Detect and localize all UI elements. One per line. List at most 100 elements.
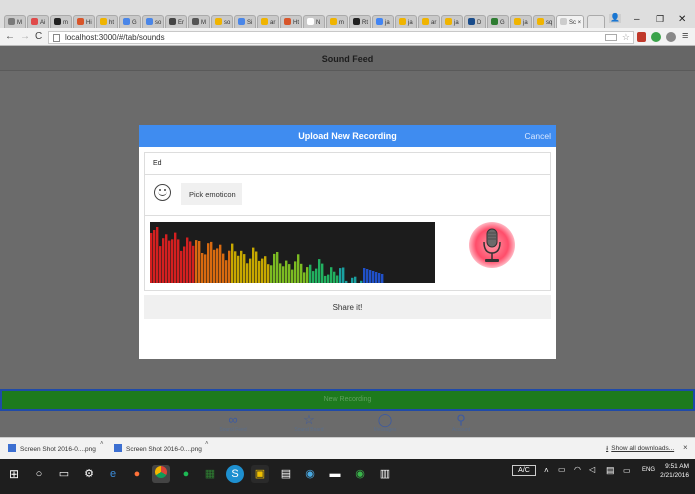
spectrum-bar — [273, 253, 276, 283]
tab-favicon-icon — [8, 18, 15, 25]
browser-tab[interactable]: ar — [257, 15, 279, 29]
menu-icon[interactable]: ≡ — [682, 30, 688, 42]
browser-tab[interactable]: M — [4, 15, 26, 29]
tab-sound-feed[interactable]: ∞ Sound Feed — [203, 413, 263, 434]
spotify-icon[interactable]: ● — [177, 465, 195, 483]
browser-tab[interactable]: G — [487, 15, 509, 29]
bookmark-star-icon[interactable]: ☆ — [622, 32, 630, 43]
browser-tab[interactable]: ja — [510, 15, 532, 29]
tab-favicon-icon — [445, 18, 452, 25]
windows-taskbar: ⊞ ○ ▭ ⚙ e ● ● ▦ S ▣ ▤ ◉ ▬ ◉ ▥ A/C ˄ ▭ ◠ … — [0, 459, 695, 494]
minimize-icon[interactable]: – — [634, 14, 640, 25]
browser-tab[interactable]: sq — [533, 15, 555, 29]
wifi-icon[interactable]: ◠ — [574, 465, 581, 474]
tab-messages[interactable]: ◯ Messages — [355, 412, 415, 434]
spectrum-bar — [375, 272, 378, 283]
show-all-downloads-link[interactable]: ⭳ Show all downloads... — [606, 444, 674, 455]
chrome-icon[interactable] — [152, 465, 170, 483]
ublock-extension-icon[interactable] — [637, 32, 646, 42]
notifications-icon[interactable]: ▤ — [606, 465, 615, 476]
edge-browser-icon[interactable]: e — [104, 465, 122, 483]
profile-icon[interactable]: 👤 — [609, 14, 621, 23]
chat-icon: ◯ — [377, 412, 393, 427]
browser-tab[interactable]: Si — [234, 15, 256, 29]
browser-tab[interactable]: N — [303, 15, 325, 29]
browser-tab[interactable]: ar — [418, 15, 440, 29]
store-icon[interactable]: ▤ — [277, 465, 295, 483]
tab-label: ar — [431, 20, 437, 26]
extension-icon[interactable] — [651, 32, 661, 42]
pick-emoticon-button[interactable]: Pick emoticon — [181, 183, 242, 205]
tab-label: Si — [247, 20, 253, 26]
sheets-icon[interactable]: ▦ — [201, 465, 219, 483]
smiley-icon[interactable] — [154, 184, 171, 201]
skype-icon[interactable]: S — [226, 465, 244, 483]
terminal-icon[interactable]: ▬ — [326, 465, 344, 483]
browser-tab[interactable]: so — [142, 15, 164, 29]
browser-tab[interactable]: Ai — [27, 15, 49, 29]
browser-tab[interactable]: Sc × — [556, 15, 584, 29]
maximize-icon[interactable]: ❐ — [656, 14, 664, 25]
user-icon: ⚲ — [456, 412, 466, 427]
back-icon[interactable]: ← — [5, 31, 15, 42]
taskbar-clock[interactable]: 9:51 AM 2/21/2016 — [660, 462, 689, 480]
recording-name-input[interactable]: Ed — [144, 152, 551, 175]
firefox-icon[interactable]: ● — [128, 465, 146, 483]
download-item[interactable]: Screen Shot 2016-0....png — [8, 444, 96, 453]
microphone-record-button[interactable] — [469, 222, 515, 268]
cancel-button[interactable]: Cancel — [525, 131, 551, 141]
browser-tab[interactable]: Hi — [73, 15, 95, 29]
new-tab-button[interactable] — [587, 15, 605, 29]
search-icon[interactable]: ○ — [30, 465, 48, 483]
forward-icon[interactable]: → — [20, 31, 30, 42]
tab-favicon-icon — [399, 18, 406, 25]
reload-icon[interactable]: C — [35, 31, 42, 42]
browser-tabs: M Ai m Hi ht Gso Er Mso Si ar Ht Nm Rt ja ja ar ja D Gja sq… — [0, 0, 605, 29]
browser-tab[interactable]: D — [464, 15, 486, 29]
ac-indicator[interactable]: A/C — [512, 465, 536, 476]
task-view-icon[interactable]: ▭ — [55, 465, 73, 483]
extension-icon-2[interactable] — [666, 32, 676, 42]
browser-tab[interactable]: so — [211, 15, 233, 29]
app-icon-green[interactable]: ◉ — [351, 465, 369, 483]
spectrum-bar — [153, 230, 156, 283]
keyboard-icon[interactable]: ▭ — [623, 466, 631, 475]
volume-icon[interactable]: ◁ — [589, 465, 595, 474]
share-button[interactable]: Share it! — [144, 295, 551, 319]
app-icon[interactable]: ◉ — [301, 465, 319, 483]
tab-label: D — [477, 20, 482, 26]
browser-tab[interactable]: ja — [372, 15, 394, 29]
browser-tab[interactable]: ht — [96, 15, 118, 29]
new-recording-button[interactable]: New Recording — [0, 389, 695, 411]
download-options-caret-icon[interactable]: ˄ — [205, 441, 209, 447]
browser-tab[interactable]: Ht — [280, 15, 302, 29]
close-downloads-bar-button[interactable]: × — [683, 443, 688, 452]
browser-tab[interactable]: G — [119, 15, 141, 29]
battery-icon[interactable]: ▭ — [558, 465, 566, 474]
windows-start-icon[interactable]: ⊞ — [5, 465, 23, 483]
tab-sound-board[interactable]: ☆ Sound Board — [279, 413, 339, 434]
browser-tab[interactable]: Er — [165, 15, 187, 29]
download-options-caret-icon[interactable]: ˄ — [100, 441, 104, 447]
browser-tab[interactable]: m — [50, 15, 72, 29]
browser-tab[interactable]: ja — [441, 15, 463, 29]
browser-tab[interactable]: Rt — [349, 15, 371, 29]
spectrum-bar — [336, 275, 339, 283]
show-hidden-icons-icon[interactable]: ˄ — [544, 466, 549, 475]
visual-studio-icon[interactable]: ▣ — [251, 465, 269, 483]
language-indicator[interactable]: ENG — [642, 467, 655, 473]
app-icon-gray[interactable]: ▥ — [376, 465, 394, 483]
tab-account[interactable]: ⚲ Account — [431, 412, 491, 434]
browser-tab[interactable]: m — [326, 15, 348, 29]
cast-icon[interactable] — [605, 34, 617, 41]
address-bar[interactable]: localhost:3000/#/tab/sounds ☆ — [48, 31, 634, 44]
tab-label: Rt — [362, 20, 368, 26]
settings-icon[interactable]: ⚙ — [80, 465, 98, 483]
download-item[interactable]: Screen Shot 2016-0....png — [114, 444, 202, 453]
spectrum-bar — [156, 227, 159, 283]
browser-tab[interactable]: ja — [395, 15, 417, 29]
tab-favicon-icon — [192, 18, 199, 25]
browser-tab[interactable]: M — [188, 15, 210, 29]
close-window-icon[interactable]: ✕ — [678, 14, 686, 25]
close-tab-icon[interactable]: × — [576, 20, 582, 26]
